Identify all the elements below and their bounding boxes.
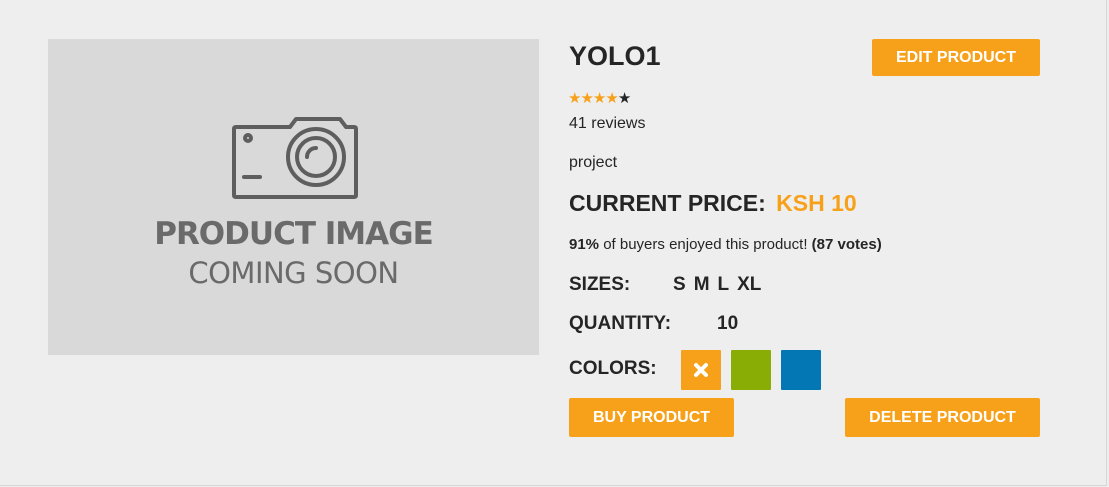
edit-product-button[interactable]: EDIT PRODUCT xyxy=(872,39,1040,76)
reviews-count: 41 reviews xyxy=(569,115,646,132)
star-icon: ★ xyxy=(605,90,618,107)
color-swatch-blue[interactable] xyxy=(781,350,821,390)
price-value: KSH 10 xyxy=(776,190,857,216)
product-card: PRODUCT IMAGE COMING SOON YOLO1 EDIT PRO… xyxy=(0,0,1107,486)
camera-icon xyxy=(232,117,358,199)
delete-product-button[interactable]: DELETE PRODUCT xyxy=(845,398,1040,437)
size-option-m[interactable]: M xyxy=(694,274,710,296)
star-icon: ★ xyxy=(568,90,581,107)
color-swatch-orange[interactable] xyxy=(681,350,721,390)
sizes-label: SIZES: xyxy=(569,274,631,295)
product-image-placeholder: PRODUCT IMAGE COMING SOON xyxy=(48,39,539,355)
satisfaction-text: of buyers enjoyed this product! xyxy=(599,236,812,253)
quantity-value: 10 xyxy=(717,313,739,334)
placeholder-title: PRODUCT IMAGE xyxy=(154,216,434,252)
star-icon: ★ xyxy=(617,90,631,107)
star-icon: ★ xyxy=(580,90,593,107)
rating-stars: ★★★★★ xyxy=(568,90,631,108)
buy-product-button[interactable]: BUY PRODUCT xyxy=(569,398,734,437)
buyer-satisfaction: 91% of buyers enjoyed this product! (87 … xyxy=(569,236,882,253)
quantity-label: QUANTITY: xyxy=(569,313,672,334)
satisfaction-percent: 91% xyxy=(569,236,600,253)
vote-count: (87 votes) xyxy=(811,236,882,253)
color-swatch-green[interactable] xyxy=(731,350,771,390)
size-option-s[interactable]: S xyxy=(673,274,686,296)
product-description: project xyxy=(569,154,618,171)
placeholder-subtitle: COMING SOON xyxy=(188,256,399,290)
product-title: YOLO1 xyxy=(569,41,661,71)
close-icon xyxy=(694,363,708,377)
colors-label: COLORS: xyxy=(569,358,657,379)
size-options: S M L XL xyxy=(673,274,769,296)
size-option-l[interactable]: L xyxy=(718,274,730,296)
size-option-xl[interactable]: XL xyxy=(737,274,761,296)
current-price: CURRENT PRICE: KSH 10 xyxy=(569,190,857,217)
star-icon: ★ xyxy=(592,90,606,107)
price-label: CURRENT PRICE: xyxy=(569,190,766,216)
